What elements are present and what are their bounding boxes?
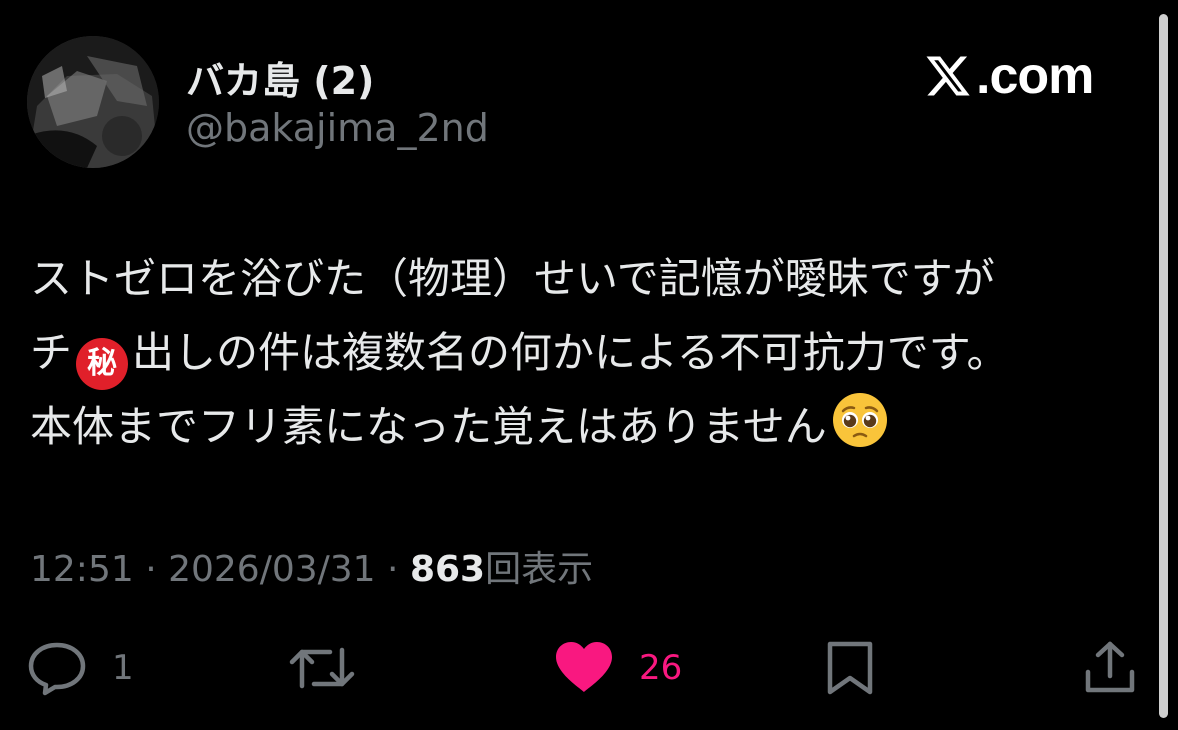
- reply-icon: [28, 642, 86, 696]
- tweet-text: ストゼロを浴びた（物理）せいで記憶が曖昧ですが チ秘出しの件は複数名の何かによる…: [30, 242, 1140, 464]
- tweet-line-2: チ秘出しの件は複数名の何かによる不可抗力です。: [30, 316, 1140, 390]
- tweet-line-3: 本体までフリ素になった覚えはありません: [30, 390, 1140, 464]
- repost-icon: [289, 647, 355, 689]
- share-icon: [1085, 641, 1135, 693]
- x-logo-icon: [926, 56, 970, 96]
- tweet-date[interactable]: 2026/03/31: [168, 549, 376, 590]
- pleading-face-emoji-icon: [832, 393, 887, 447]
- author-handle[interactable]: @bakajima_2nd: [186, 106, 489, 150]
- meta-separator: ·: [375, 549, 410, 590]
- author-display-name[interactable]: バカ島 (2): [186, 50, 374, 105]
- reply-button[interactable]: 1: [26, 640, 134, 696]
- tweet-line-2-suffix: 出しの件は複数名の何かによる不可抗力です。: [132, 328, 1009, 377]
- meta-separator: ·: [133, 549, 169, 590]
- share-button[interactable]: [1082, 640, 1138, 696]
- views-count: 863: [409, 549, 486, 590]
- profile-photo: [27, 36, 159, 168]
- bookmark-icon: [827, 641, 873, 695]
- secret-emoji: 秘: [76, 338, 129, 390]
- views-label: 回表示: [485, 549, 594, 590]
- bookmark-button[interactable]: [822, 640, 878, 696]
- heart-icon: [556, 642, 612, 692]
- tweet-line-1: ストゼロを浴びた（物理）せいで記憶が曖昧ですが: [30, 254, 995, 303]
- tweet-line-3-text: 本体までフリ素になった覚えはありません: [30, 402, 827, 451]
- tweet-line-2-prefix: チ: [30, 328, 73, 377]
- avatar[interactable]: [27, 36, 159, 168]
- repost-button[interactable]: [288, 640, 356, 696]
- x-brand: .com: [924, 47, 1094, 105]
- reply-count: 1: [112, 648, 134, 688]
- like-button[interactable]: 26: [553, 640, 682, 696]
- brand-text: com: [989, 47, 1094, 105]
- like-count: 26: [639, 648, 683, 688]
- scrollbar[interactable]: [1159, 14, 1168, 718]
- tweet-time[interactable]: 12:51: [30, 549, 134, 590]
- tweet-meta: 12:51 · 2026/03/31 · 863回表示: [30, 540, 593, 592]
